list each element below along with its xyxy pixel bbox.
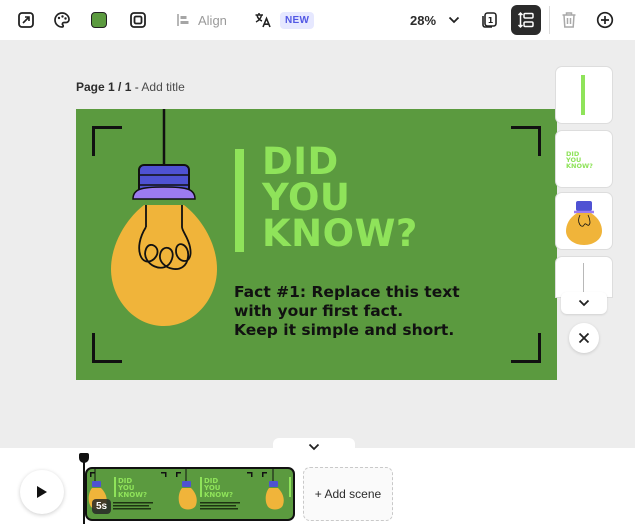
fact-line-2: with your first fact. (234, 302, 404, 320)
play-icon (37, 486, 47, 498)
scene-duration-badge: 5s (92, 499, 112, 514)
pages-icon: 1 (482, 12, 497, 28)
fact-text[interactable]: Fact #1: Replace this text with your fir… (234, 283, 460, 340)
theme-button[interactable] (48, 6, 76, 34)
chevron-down-icon (578, 299, 590, 307)
crop-mark-top-right (511, 126, 541, 156)
add-page-button[interactable] (591, 6, 619, 34)
top-toolbar: Align NEW 28% 1 (0, 0, 635, 40)
border-icon (130, 12, 146, 28)
headline-line-3: KNOW? (262, 212, 418, 255)
headline-line-2: YOU (262, 176, 351, 219)
zoom-level: 28% (410, 12, 437, 28)
resize-icon (18, 12, 34, 28)
layer-thumb-line[interactable] (556, 257, 612, 297)
align-button[interactable]: Align (176, 8, 227, 32)
page-separator: - (131, 80, 142, 94)
svg-text:KNOW?: KNOW? (118, 491, 147, 499)
close-layers-button[interactable] (569, 323, 599, 353)
thumb-bar-graphic (581, 75, 585, 115)
playhead-handle[interactable] (79, 453, 89, 463)
fact-line-3: Keep it simple and short. (234, 321, 455, 339)
headline-line-1: DID (262, 140, 339, 183)
playhead[interactable] (83, 456, 85, 524)
thumb-headline-text: DID YOU KNOW? (566, 150, 593, 170)
pages-button[interactable]: 1 (475, 6, 503, 34)
svg-text:KNOW?: KNOW? (204, 491, 233, 499)
palette-icon (54, 12, 70, 28)
align-left-icon (177, 14, 189, 26)
new-badge: NEW (280, 11, 315, 29)
add-title-link[interactable]: Add title (141, 80, 184, 94)
chevron-down-icon (448, 16, 460, 24)
page-label: Page 1 / 1 - Add title (76, 80, 185, 94)
layout-toggle-button[interactable] (511, 5, 541, 35)
delete-button[interactable] (555, 6, 583, 34)
align-label: Align (198, 12, 227, 28)
layer-thumb-headline[interactable]: DID YOU KNOW? (556, 131, 612, 187)
design-canvas[interactable]: DID YOU KNOW? Fact #1: Replace this text… (76, 109, 557, 380)
page-number: Page 1 / 1 (76, 80, 132, 94)
border-button[interactable] (124, 6, 152, 34)
layer-thumb-lightbulb[interactable] (556, 193, 612, 249)
translate-button[interactable]: NEW (254, 8, 315, 32)
timeline-collapse-button[interactable] (273, 438, 355, 456)
scene-filmstrip: DID YOU KNOW? DID YOU KNOW? (88, 469, 291, 510)
lightbulb-icon[interactable] (106, 109, 226, 339)
chevron-down-icon (308, 443, 320, 451)
color-swatch (91, 12, 107, 28)
accent-bar (235, 149, 244, 252)
crop-mark-bottom-right (511, 333, 541, 363)
close-icon (578, 332, 590, 344)
trash-icon (562, 12, 576, 28)
plus-circle-icon (596, 11, 614, 29)
color-button[interactable] (85, 6, 113, 34)
toolbar-divider (549, 6, 550, 34)
fact-line-1: Fact #1: Replace this text (234, 283, 460, 301)
svg-text:1: 1 (488, 16, 494, 25)
scene-clip[interactable]: DID YOU KNOW? DID YOU KNOW? 5s (85, 467, 295, 521)
play-button[interactable] (20, 470, 64, 514)
arrange-icon (517, 11, 534, 29)
zoom-dropdown[interactable]: 28% (410, 8, 460, 32)
layers-expand-button[interactable] (561, 292, 607, 314)
thumb-lightbulb-icon (566, 201, 602, 245)
translate-icon (255, 13, 271, 28)
add-scene-button[interactable]: + Add scene (303, 467, 393, 521)
layer-thumb-accent-bar[interactable] (556, 67, 612, 123)
headline-text[interactable]: DID YOU KNOW? (262, 140, 418, 255)
resize-button[interactable] (12, 6, 40, 34)
